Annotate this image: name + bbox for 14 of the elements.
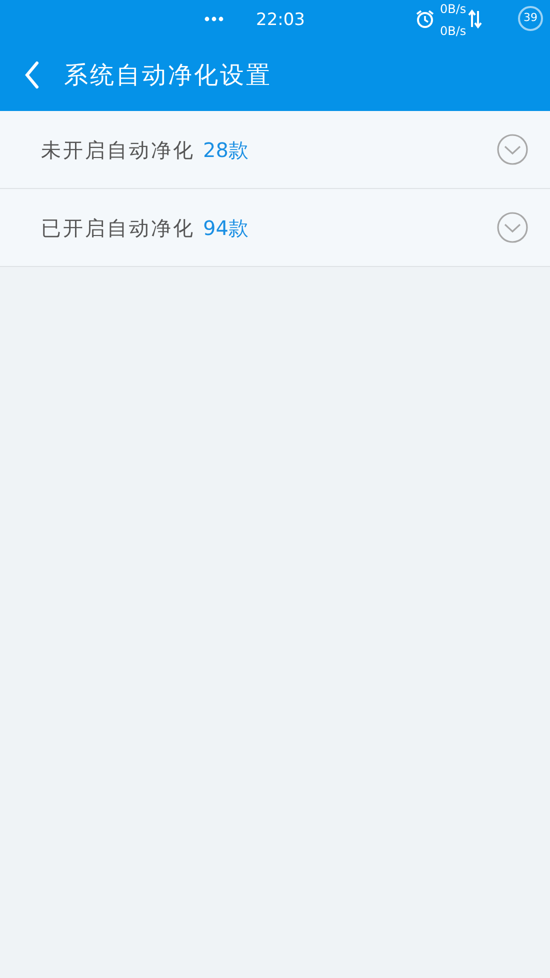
battery-indicator: 39 [518,6,543,31]
clock-time: 22:03 [256,9,305,32]
upload-speed: 0B/s [440,3,466,15]
more-icon [204,16,224,22]
app-count: 28款 [203,136,248,164]
page-title: 系统自动净化设置 [64,60,272,90]
category-row[interactable]: 未开启自动净化 28款 [0,111,550,189]
app-count: 94款 [203,214,248,242]
category-row[interactable]: 已开启自动净化 94款 [0,189,550,267]
alarm-icon [415,9,435,29]
data-arrows-icon [468,9,482,29]
category-label: 未开启自动净化 [41,136,195,164]
category-label: 已开启自动净化 [41,214,195,242]
download-speed: 0B/s [440,25,466,37]
